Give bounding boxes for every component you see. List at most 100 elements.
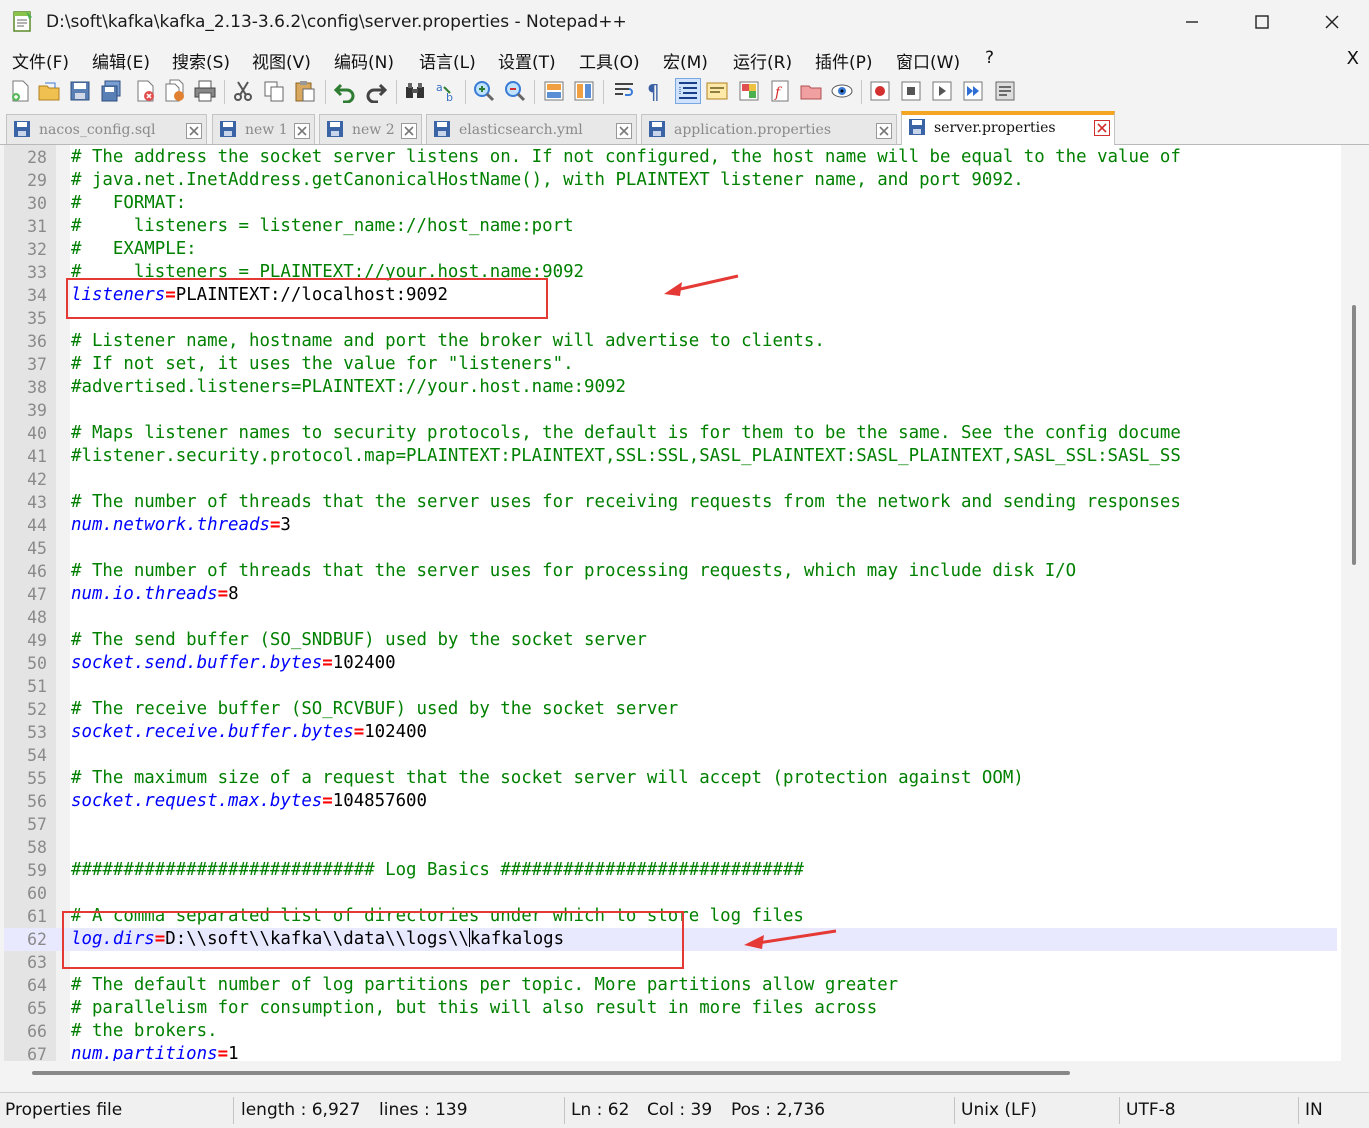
close-all-icon[interactable]	[163, 79, 187, 103]
code-line[interactable]: 45	[4, 537, 1337, 560]
cut-icon[interactable]	[231, 79, 255, 103]
status-eol-format[interactable]: Unix (LF)	[961, 1093, 1037, 1128]
vertical-scroll-thumb[interactable]	[1352, 305, 1356, 565]
undo-icon[interactable]	[333, 79, 357, 103]
save-icon[interactable]	[68, 79, 92, 103]
copy-icon[interactable]	[262, 79, 286, 103]
playback-macro-icon[interactable]	[930, 79, 954, 103]
close-tab-icon[interactable]	[616, 123, 632, 139]
save-all-icon[interactable]	[99, 79, 123, 103]
tab-new-2[interactable]: new 2	[319, 114, 422, 144]
redo-icon[interactable]	[364, 79, 388, 103]
folder-as-workspace-icon[interactable]	[799, 79, 823, 103]
function-list-icon[interactable]: f	[768, 79, 792, 103]
menu-tools[interactable]: 工具(O)	[579, 48, 640, 73]
menu-view[interactable]: 视图(V)	[252, 48, 311, 73]
code-line[interactable]: 43 # The number of threads that the serve…	[4, 491, 1337, 514]
status-insert-mode[interactable]: IN	[1305, 1093, 1323, 1128]
show-all-characters-icon[interactable]: ¶	[642, 79, 666, 103]
code-line[interactable]: 49 # The send buffer (SO_SNDBUF) used by …	[4, 629, 1337, 652]
sync-vertical-icon[interactable]	[542, 79, 566, 103]
zoom-out-icon[interactable]	[503, 79, 527, 103]
code-line[interactable]: 60	[4, 882, 1337, 905]
new-file-icon[interactable]	[8, 79, 32, 103]
code-line[interactable]: 54	[4, 744, 1337, 767]
menu-plugins[interactable]: 插件(P)	[815, 48, 873, 73]
code-line[interactable]: 64 # The default number of log partitions…	[4, 974, 1337, 997]
paste-icon[interactable]	[293, 79, 317, 103]
close-tab-icon[interactable]	[186, 123, 202, 139]
code-line[interactable]: 36 # Listener name, hostname and port the…	[4, 330, 1337, 353]
horizontal-scrollbar[interactable]	[4, 1061, 1366, 1089]
code-line[interactable]: 65 # parallelism for consumption, but thi…	[4, 997, 1337, 1020]
find-icon[interactable]	[403, 79, 427, 103]
code-line[interactable]: 30 # FORMAT:	[4, 192, 1337, 215]
code-line[interactable]: 29 # java.net.InetAddress.getCanonicalHos…	[4, 169, 1337, 192]
code-line[interactable]: 57	[4, 813, 1337, 836]
vertical-scrollbar[interactable]	[1341, 145, 1366, 1061]
open-file-icon[interactable]	[37, 79, 61, 103]
code-line[interactable]: 56 socket.request.max.bytes=104857600	[4, 790, 1337, 813]
zoom-in-icon[interactable]	[472, 79, 496, 103]
code-line[interactable]: 66 # the brokers.	[4, 1020, 1337, 1043]
menu-help[interactable]: ?	[985, 48, 994, 68]
tab-elasticsearch-yml[interactable]: elasticsearch.yml	[426, 114, 637, 144]
menu-language[interactable]: 语言(L)	[419, 48, 476, 73]
code-line[interactable]: 59 ############################# Log Basi…	[4, 859, 1337, 882]
menu-macro[interactable]: 宏(M)	[663, 48, 708, 73]
menu-settings[interactable]: 设置(T)	[498, 48, 556, 73]
status-encoding[interactable]: UTF-8	[1126, 1093, 1176, 1128]
close-button[interactable]	[1297, 0, 1367, 44]
save-macro-icon[interactable]	[993, 79, 1017, 103]
minimize-button[interactable]	[1157, 0, 1227, 44]
print-icon[interactable]	[193, 79, 217, 103]
code-line[interactable]: 67 num.partitions=1	[4, 1043, 1337, 1061]
close-tab-icon[interactable]	[876, 123, 892, 139]
menu-encoding[interactable]: 编码(N)	[334, 48, 394, 73]
menu-window[interactable]: 窗口(W)	[896, 48, 960, 73]
code-line[interactable]: 32 # EXAMPLE:	[4, 238, 1337, 261]
code-line[interactable]: 39	[4, 399, 1337, 422]
sync-horizontal-icon[interactable]	[572, 79, 596, 103]
tab-server-properties[interactable]: server.properties	[901, 111, 1115, 145]
stop-recording-icon[interactable]	[899, 79, 923, 103]
code-line[interactable]: 52 # The receive buffer (SO_RCVBUF) used …	[4, 698, 1337, 721]
code-line[interactable]: 44 num.network.threads=3	[4, 514, 1337, 537]
close-file-icon[interactable]	[133, 79, 157, 103]
replace-icon[interactable]: ab	[434, 79, 458, 103]
code-line[interactable]: 53 socket.receive.buffer.bytes=102400	[4, 721, 1337, 744]
tab-nacos-config-sql[interactable]: nacos_config.sql	[6, 114, 207, 144]
code-line[interactable]: 51	[4, 675, 1337, 698]
record-macro-icon[interactable]	[868, 79, 892, 103]
word-wrap-icon[interactable]	[612, 79, 636, 103]
code-line[interactable]: 37 # If not set, it uses the value for "l…	[4, 353, 1337, 376]
code-line[interactable]: 55 # The maximum size of a request that t…	[4, 767, 1337, 790]
code-line[interactable]: 31 # listeners = listener_name://host_nam…	[4, 215, 1337, 238]
close-document-button[interactable]: X	[1347, 48, 1359, 69]
close-tab-icon[interactable]	[1094, 120, 1110, 136]
code-line[interactable]: 50 socket.send.buffer.bytes=102400	[4, 652, 1337, 675]
close-tab-icon[interactable]	[294, 123, 310, 139]
code-line[interactable]: 47 num.io.threads=8	[4, 583, 1337, 606]
monitoring-icon[interactable]	[830, 79, 854, 103]
code-line[interactable]: 28 # The address the socket server listen…	[4, 146, 1337, 169]
tab-application-properties[interactable]: application.properties	[641, 114, 897, 144]
code-line[interactable]: 38 #advertised.listeners=PLAINTEXT://your…	[4, 376, 1337, 399]
user-defined-language-icon[interactable]	[705, 79, 729, 103]
horizontal-scroll-thumb[interactable]	[32, 1071, 1070, 1075]
code-line[interactable]: 41 #listener.security.protocol.map=PLAINT…	[4, 445, 1337, 468]
code-line[interactable]: 42	[4, 468, 1337, 491]
document-map-icon[interactable]	[737, 79, 761, 103]
menu-search[interactable]: 搜索(S)	[172, 48, 230, 73]
code-line[interactable]: 58	[4, 836, 1337, 859]
indent-guide-icon[interactable]	[675, 78, 701, 104]
code-line[interactable]: 48	[4, 606, 1337, 629]
tab-new-1[interactable]: new 1	[212, 114, 315, 144]
close-tab-icon[interactable]	[401, 123, 417, 139]
code-line[interactable]: 40 # Maps listener names to security prot…	[4, 422, 1337, 445]
run-macro-multiple-icon[interactable]	[961, 79, 985, 103]
code-line[interactable]: 46 # The number of threads that the serve…	[4, 560, 1337, 583]
menu-run[interactable]: 运行(R)	[733, 48, 792, 73]
menu-edit[interactable]: 编辑(E)	[92, 48, 150, 73]
menu-file[interactable]: 文件(F)	[12, 48, 69, 73]
